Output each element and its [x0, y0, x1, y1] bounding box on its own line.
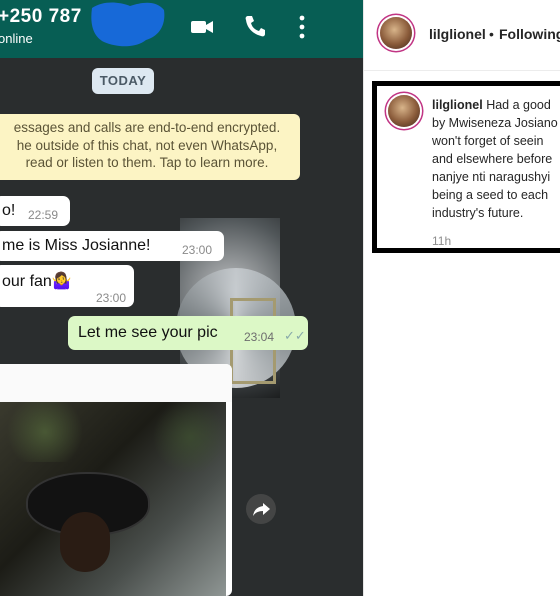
chat-header: +250 787 online: [0, 0, 363, 58]
message-text: Let me see your pic: [78, 324, 218, 341]
photo-image[interactable]: [0, 402, 226, 596]
caption-line: lilglionel Had a good: [432, 96, 560, 114]
avatar[interactable]: [380, 17, 412, 49]
read-receipt-icon: ✓✓: [284, 328, 306, 343]
notice-line: he outside of this chat, not even WhatsA…: [16, 137, 278, 153]
incoming-message[interactable]: our fan🤷‍♀️ 23:00: [0, 265, 134, 307]
notice-line: read or listen to them. Tap to learn mor…: [25, 155, 269, 170]
notice-line: essages and calls are end-to-end encrypt…: [13, 120, 281, 135]
more-options-icon[interactable]: [298, 14, 306, 40]
redaction-scribble: [91, 2, 165, 47]
caption-username[interactable]: lilglionel: [432, 98, 483, 112]
photo-foliage: [0, 402, 90, 462]
caption-line-text: Had a good: [486, 98, 551, 112]
video-call-icon[interactable]: [190, 16, 214, 38]
caption-line: and elsewhere before: [432, 152, 553, 166]
message-text: o!: [2, 202, 16, 219]
outgoing-message[interactable]: Let me see your pic 23:04 ✓✓: [68, 316, 308, 350]
caption-text: lilglionel Had a good by Mwiseneza Josia…: [432, 96, 560, 222]
message-time: 23:00: [182, 243, 213, 257]
photo-person: [60, 512, 110, 572]
following-button[interactable]: Following: [499, 26, 560, 42]
forward-icon: [253, 503, 270, 516]
message-text: me is Miss Josianne!: [2, 237, 151, 254]
encryption-notice[interactable]: essages and calls are end-to-end encrypt…: [0, 114, 300, 180]
photo-message[interactable]: [0, 364, 232, 596]
caption-line: being a seed to each: [432, 188, 549, 202]
contact-status: online: [0, 31, 33, 46]
photo-foliage: [150, 402, 226, 472]
header-username[interactable]: lilglionel: [429, 26, 486, 42]
forward-button[interactable]: [246, 494, 276, 524]
message-time: 23:00: [96, 291, 127, 305]
whatsapp-screenshot: +250 787 online TODAY essages and calls …: [0, 0, 363, 596]
message-time: 22:59: [28, 208, 59, 222]
contact-number[interactable]: +250 787: [0, 6, 82, 28]
instagram-panel: lilglionel • Following lilglionel Had a …: [363, 0, 560, 596]
date-chip: TODAY: [92, 68, 154, 94]
separator-dot: •: [489, 26, 494, 42]
caption-line: won't forget of seein: [432, 134, 544, 148]
photo-frame-top: [0, 364, 232, 402]
caption-line: by Mwiseneza Josiano: [432, 116, 558, 130]
post-time: 11h: [432, 234, 452, 248]
post-header: lilglionel • Following: [364, 0, 560, 71]
phone-call-icon[interactable]: [244, 14, 266, 38]
incoming-message[interactable]: o! 22:59: [0, 196, 70, 226]
caption-line: industry's future.: [432, 206, 524, 220]
message-text: our fan🤷‍♀️: [2, 273, 72, 290]
avatar[interactable]: [388, 95, 420, 127]
caption-line: nanjye nti naragushyi: [432, 170, 551, 184]
message-time: 23:04: [244, 330, 275, 344]
caption-highlight-box: lilglionel Had a good by Mwiseneza Josia…: [372, 81, 560, 253]
incoming-message[interactable]: me is Miss Josianne! 23:00: [0, 231, 224, 261]
